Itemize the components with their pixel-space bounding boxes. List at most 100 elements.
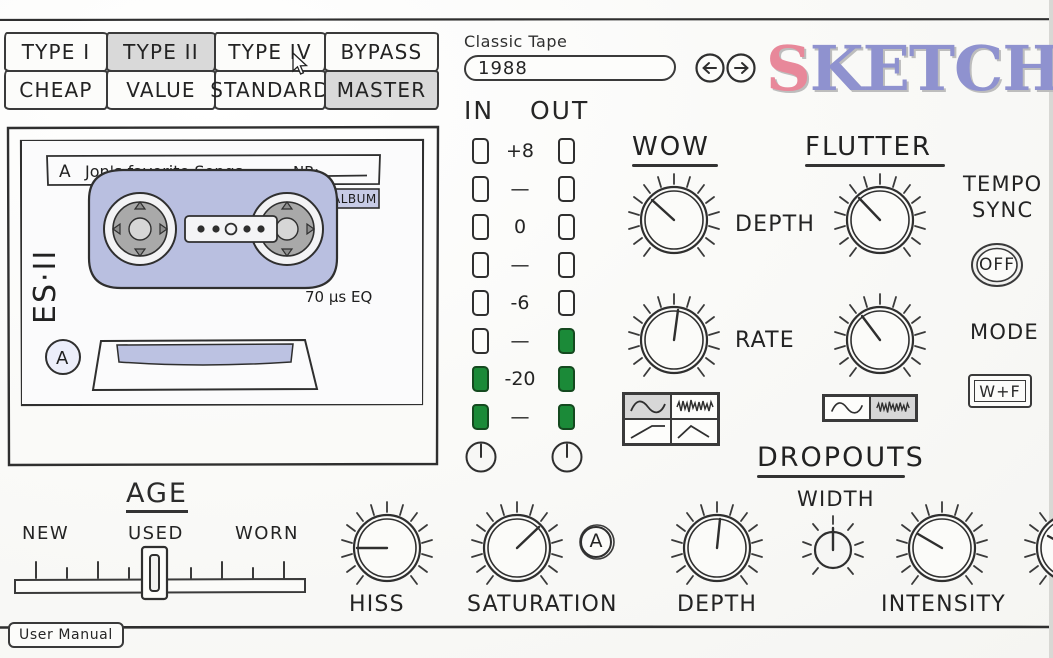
noise-wave-icon — [675, 398, 714, 412]
svg-text:ES·II: ES·II — [28, 249, 63, 324]
flutter-section-title: FLUTTER — [805, 132, 945, 167]
meter-in-segment — [472, 366, 489, 392]
meter-out-segment — [558, 176, 575, 202]
preset-name-label: Classic Tape — [464, 32, 568, 51]
tape-type-label: TYPE II — [123, 40, 199, 64]
tape-grade-label: STANDARD — [210, 78, 330, 102]
age-control: AGE NEW USED WORN — [0, 478, 320, 601]
hiss-knob[interactable] — [335, 496, 439, 600]
flutter-waveform-noise[interactable] — [870, 396, 916, 420]
meter-out-segment — [558, 138, 575, 164]
meter-scale-label: — — [510, 254, 530, 276]
meter-scale-label: — — [510, 178, 530, 200]
tape-grade-row: CHEAP VALUE STANDARD MASTER — [4, 70, 445, 110]
wow-waveform-triangle[interactable] — [671, 419, 718, 444]
preset-prev-button[interactable] — [694, 52, 726, 84]
meter-in-segment — [472, 214, 489, 240]
bottom-divider — [0, 625, 1053, 629]
preset-next-button[interactable] — [725, 52, 757, 84]
tempo-sync-label-line1: TEMPO — [963, 172, 1043, 196]
wow-section-title: WOW — [632, 132, 718, 167]
tape-grade-button-cheap[interactable]: CHEAP — [4, 70, 108, 110]
noise-wave-icon — [876, 401, 910, 413]
saturation-label: SATURATION — [467, 592, 618, 617]
dropouts-width-knob[interactable] — [796, 512, 870, 586]
tape-type-label: TYPE I — [21, 40, 91, 64]
wow-waveform-sine[interactable] — [624, 394, 671, 419]
age-mark-worn: WORN — [235, 523, 299, 544]
app-logo: SKETCHCAS — [766, 38, 1053, 104]
meter-in-label: IN — [464, 96, 495, 125]
age-mark-used: USED — [128, 523, 184, 544]
wow-depth-knob[interactable] — [622, 168, 726, 272]
triangle-wave-icon — [676, 424, 709, 439]
tape-grade-button-master[interactable]: MASTER — [324, 70, 439, 110]
sine-wave-icon — [629, 400, 666, 413]
tape-grade-label: CHEAP — [19, 78, 93, 102]
wow-waveform-noise[interactable] — [671, 394, 718, 419]
dropouts-depth-knob[interactable] — [665, 496, 769, 600]
user-manual-button[interactable]: User Manual — [8, 622, 124, 648]
tape-grade-button-value[interactable]: VALUE — [106, 70, 216, 110]
rate-label: RATE — [735, 328, 795, 353]
meter-in-segment — [472, 252, 489, 278]
age-title: AGE — [126, 478, 188, 513]
age-mark-new: NEW — [22, 523, 70, 544]
meter-out-segment — [558, 290, 575, 316]
mode-button[interactable]: W+F — [968, 374, 1032, 408]
preset-value-text: 1988 — [478, 57, 528, 79]
meter-out-segment — [558, 366, 575, 392]
saturation-knob[interactable] — [465, 496, 569, 600]
wow-waveform-selector — [622, 392, 720, 446]
meter-in-segment — [472, 290, 489, 316]
tempo-sync-state: OFF — [979, 255, 1015, 275]
meter-out-segment — [558, 404, 575, 430]
tape-type-button-2[interactable]: TYPE II — [106, 32, 216, 72]
hiss-label: HISS — [349, 592, 405, 617]
tempo-sync-label-line2: SYNC — [972, 198, 1034, 222]
flutter-rate-knob[interactable] — [828, 288, 932, 392]
meter-scale-label: -20 — [504, 368, 536, 390]
dropouts-intensity-knob[interactable] — [890, 496, 994, 600]
meter-scale-label: — — [510, 406, 530, 428]
svg-text:A: A — [56, 348, 69, 369]
top-divider — [0, 18, 1053, 21]
ramp-up-wave-icon — [630, 424, 665, 439]
meter-out-segment — [558, 214, 575, 240]
logo-part-ketch: KETCH — [809, 32, 1053, 105]
tape-grade-label: VALUE — [126, 78, 196, 102]
depth-label: DEPTH — [735, 212, 816, 237]
wow-rate-knob[interactable] — [622, 288, 726, 392]
meter-in-segment — [472, 138, 489, 164]
meter-scale-label: 0 — [513, 216, 527, 238]
tape-type-matrix: TYPE I TYPE II TYPE IV BYPASS CHEAP VALU… — [4, 32, 445, 112]
meter-in-segment — [472, 176, 489, 202]
meter-scale-label: +8 — [505, 140, 534, 162]
wow-waveform-ramp[interactable] — [624, 419, 671, 444]
preset-value-field[interactable]: 1988 — [464, 55, 676, 81]
tape-type-button-1[interactable]: TYPE I — [4, 32, 108, 72]
meter-in-segment — [472, 328, 489, 354]
dropouts-width-label: WIDTH — [797, 487, 875, 511]
mode-label: MODE — [970, 320, 1039, 344]
logo-part-s: S — [766, 32, 811, 105]
output-trim-knob[interactable] — [550, 440, 584, 474]
flutter-depth-knob[interactable] — [828, 168, 932, 272]
svg-text:ALBUM: ALBUM — [332, 192, 377, 206]
flutter-waveform-sine[interactable] — [824, 396, 870, 420]
dropouts-section-title: DROPOUTS — [757, 442, 923, 478]
user-manual-label: User Manual — [19, 627, 113, 643]
sine-wave-icon — [830, 402, 864, 414]
input-trim-knob[interactable] — [464, 440, 498, 474]
mode-value: W+F — [974, 380, 1026, 402]
meter-out-segment — [558, 252, 575, 278]
offscreen-knob-partial[interactable] — [1018, 496, 1053, 600]
meter-scale-label: — — [510, 330, 530, 352]
tape-type-row: TYPE I TYPE II TYPE IV BYPASS — [4, 32, 445, 72]
level-meters: IN OUT +8 — 0 — -6 — -20 — — [462, 96, 612, 476]
age-slider-thumb[interactable] — [138, 544, 172, 602]
tape-type-button-bypass[interactable]: BYPASS — [324, 32, 439, 72]
mouse-cursor — [292, 52, 309, 75]
saturation-auto-label: A — [589, 530, 603, 552]
dropouts-intensity-label: INTENSITY — [881, 592, 1006, 617]
